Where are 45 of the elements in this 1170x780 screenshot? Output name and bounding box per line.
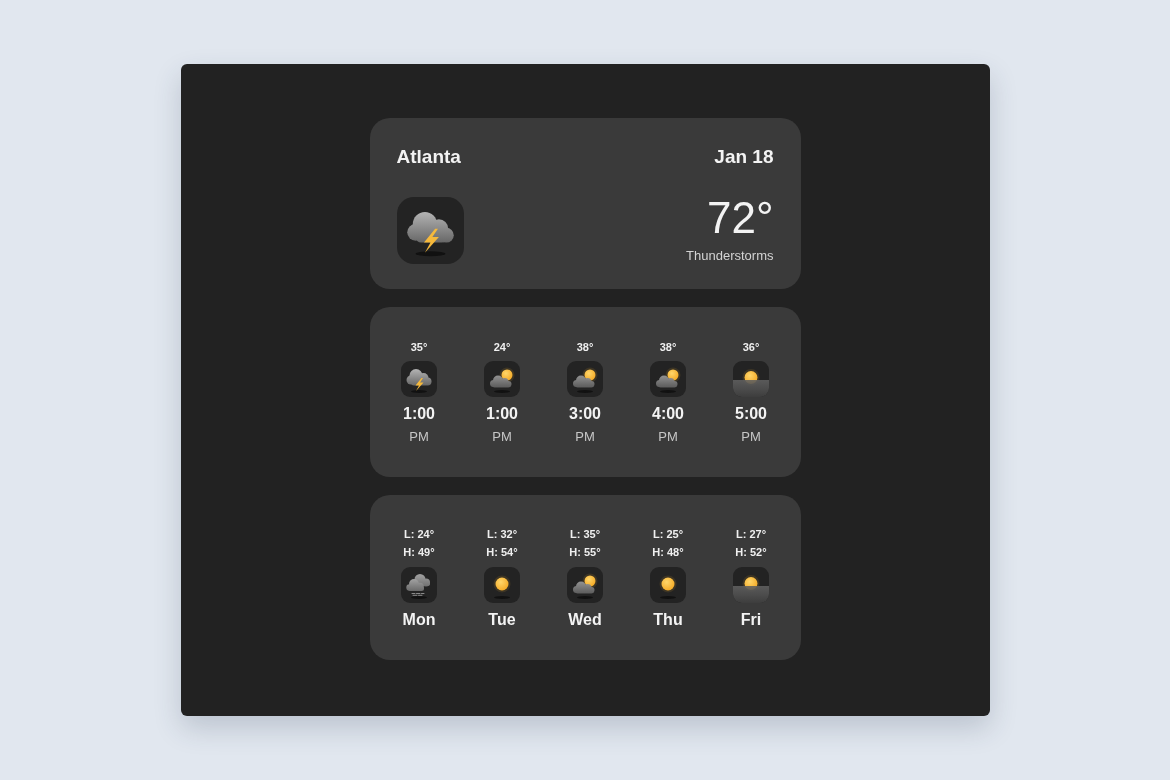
high-temperature: H: 55° — [569, 545, 601, 559]
day-label: Thu — [653, 610, 683, 630]
hour-temperature: 36° — [742, 340, 760, 354]
hour-temperature: 35° — [410, 340, 428, 354]
sun-haze-icon — [733, 361, 769, 397]
cloud-lightning-icon — [396, 197, 464, 264]
low-temperature: L: 27° — [735, 527, 767, 541]
hour-period: PM — [492, 429, 512, 445]
low-temperature: L: 24° — [403, 527, 435, 541]
cloud-rain-icon — [401, 567, 437, 603]
current-temperature: 72° — [706, 194, 774, 242]
hour-time: 5:00 — [735, 404, 767, 424]
condition-label: Thunderstorms — [686, 248, 774, 264]
hour-time: 1:00 — [486, 404, 518, 424]
day-label: Fri — [740, 610, 762, 630]
hour-temperature: 38° — [659, 340, 677, 354]
hour-temperature: 38° — [576, 340, 594, 354]
date-label: Jan 18 — [714, 145, 774, 169]
low-temperature: L: 32° — [486, 527, 518, 541]
low-temperature: L: 25° — [652, 527, 684, 541]
hour-time: 3:00 — [569, 404, 601, 424]
sun-icon — [650, 567, 686, 603]
high-temperature: H: 54° — [486, 545, 518, 559]
cloud-lightning-icon — [401, 361, 437, 397]
city-name: Atlanta — [396, 145, 461, 169]
hour-time: 4:00 — [652, 404, 684, 424]
hour-period: PM — [575, 429, 595, 445]
hour-period: PM — [658, 429, 678, 445]
sun-cloud-icon — [650, 361, 686, 397]
high-temperature: H: 49° — [403, 545, 435, 559]
day-label: Wed — [568, 610, 602, 630]
hour-period: PM — [409, 429, 429, 445]
hour-period: PM — [741, 429, 761, 445]
sun-cloud-icon — [484, 361, 520, 397]
high-temperature: H: 52° — [735, 545, 767, 559]
day-label: Tue — [488, 610, 516, 630]
sun-cloud-icon — [567, 567, 603, 603]
hour-time: 1:00 — [403, 404, 435, 424]
hour-temperature: 24° — [493, 340, 511, 354]
low-temperature: L: 35° — [569, 527, 601, 541]
day-label: Mon — [402, 610, 436, 630]
high-temperature: H: 48° — [652, 545, 684, 559]
sun-haze-icon — [733, 567, 769, 603]
sun-cloud-icon — [567, 361, 603, 397]
sun-icon — [484, 567, 520, 603]
